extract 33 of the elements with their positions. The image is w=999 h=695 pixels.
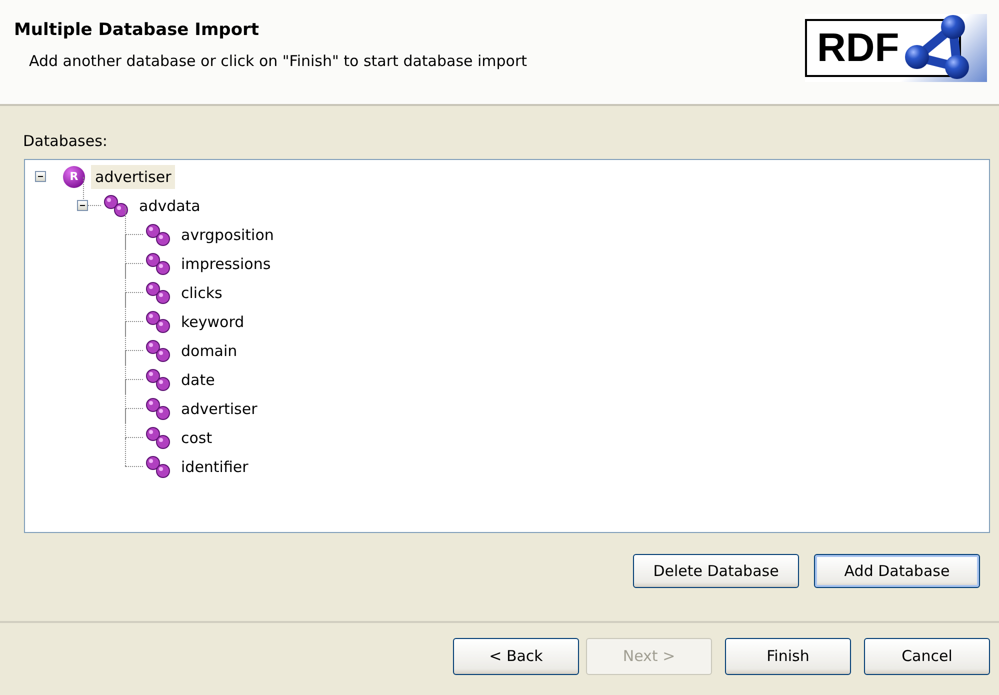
column-icon	[145, 252, 171, 276]
column-icon	[145, 454, 171, 478]
column-icon	[145, 426, 171, 450]
wizard-button[interactable]: < Back	[453, 638, 579, 674]
column-icon	[145, 310, 171, 334]
column-icon	[145, 368, 171, 392]
collapse-toggle[interactable]	[77, 200, 88, 211]
tree-item[interactable]: clicks	[177, 280, 226, 304]
tree-item[interactable]: advertiser	[177, 396, 262, 420]
page-title: Multiple Database Import	[14, 20, 260, 40]
delete-database-button[interactable]: Delete Database	[633, 554, 799, 588]
page-subtitle: Add another database or click on "Finish" to start database import	[29, 52, 528, 70]
tree-item[interactable]: domain	[177, 338, 242, 362]
add-database-button[interactable]: Add Database	[814, 554, 980, 588]
tree-item[interactable]: identifier	[177, 454, 252, 478]
tree-item[interactable]: date	[177, 368, 219, 392]
column-icon	[145, 396, 171, 420]
collapse-toggle[interactable]	[35, 171, 46, 182]
rdf-logo: RDF	[805, 14, 987, 82]
tree-item[interactable]: avrgposition	[177, 222, 278, 246]
tree-item[interactable]: advdata	[135, 194, 204, 218]
tree-item[interactable]: impressions	[177, 252, 275, 276]
column-icon	[145, 280, 171, 304]
table-icon	[103, 194, 129, 218]
databases-label: Databases:	[23, 132, 108, 150]
wizard-button[interactable]: Finish	[725, 638, 851, 674]
column-icon	[145, 222, 171, 246]
tree-item[interactable]: advertiser	[91, 164, 176, 188]
column-icon	[145, 338, 171, 362]
tree-item[interactable]: keyword	[177, 310, 248, 334]
wizard-button[interactable]: Cancel	[864, 638, 990, 674]
tree-item[interactable]: cost	[177, 426, 216, 450]
database-icon: R	[63, 166, 85, 188]
